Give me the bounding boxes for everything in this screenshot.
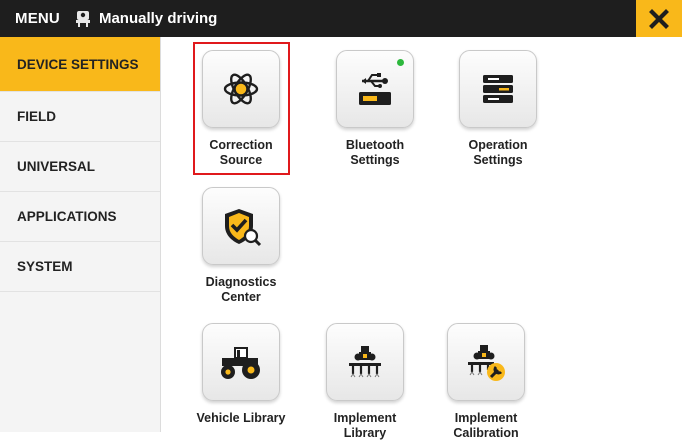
tile-icon-button[interactable] bbox=[447, 323, 525, 401]
tile-label: Vehicle Library bbox=[196, 411, 286, 425]
sidebar-item-label: SYSTEM bbox=[17, 259, 73, 274]
tile-label: Operation Settings bbox=[468, 138, 528, 167]
tile-label: Diagnostics Center bbox=[205, 275, 277, 304]
menu-title: MENU bbox=[15, 10, 60, 27]
top-bar: MENU Manually driving bbox=[0, 0, 682, 37]
tile-icon-button[interactable] bbox=[336, 50, 414, 128]
shield-check-icon bbox=[225, 209, 262, 247]
tile-label: Implement Calibration bbox=[453, 411, 519, 440]
sidebar-item-label: APPLICATIONS bbox=[17, 209, 117, 224]
tile-icon-button[interactable] bbox=[459, 50, 537, 128]
tile-label: Implement Library bbox=[333, 411, 397, 440]
tile-implement-calibration[interactable]: Implement Calibration bbox=[432, 323, 540, 441]
tile-icon-button[interactable] bbox=[202, 323, 280, 401]
implement-wrench-icon bbox=[468, 345, 505, 381]
sidebar-item-system[interactable]: SYSTEM bbox=[0, 242, 160, 292]
close-icon bbox=[649, 8, 669, 29]
tile-vehicle-library[interactable]: Vehicle Library bbox=[187, 323, 295, 426]
implement-icon bbox=[349, 346, 381, 378]
tile-bluetooth-settings[interactable]: Bluetooth Settings bbox=[321, 50, 429, 168]
tractor-icon bbox=[221, 347, 260, 379]
sidebar-item-label: FIELD bbox=[17, 109, 56, 124]
tile-label: Bluetooth Settings bbox=[345, 138, 405, 167]
tile-implement-library[interactable]: Implement Library bbox=[311, 323, 419, 441]
connection-status-dot bbox=[397, 59, 404, 66]
tile-label: Correction Source bbox=[209, 138, 273, 167]
sidebar-item-label: DEVICE SETTINGS bbox=[17, 56, 139, 72]
driving-status-label: Manually driving bbox=[98, 10, 218, 27]
sidebar-item-field[interactable]: FIELD bbox=[0, 92, 160, 142]
tile-diagnostics-center[interactable]: Diagnostics Center bbox=[187, 187, 295, 305]
usb-icon bbox=[359, 73, 391, 105]
sidebar-item-label: UNIVERSAL bbox=[17, 159, 96, 174]
sidebar-item-device-settings[interactable]: DEVICE SETTINGS bbox=[0, 37, 160, 92]
sidebar: DEVICE SETTINGS FIELD UNIVERSAL APPLICAT… bbox=[0, 37, 161, 432]
tile-correction-source[interactable]: Correction Source bbox=[187, 50, 295, 168]
server-icon bbox=[483, 75, 513, 103]
driver-seat-icon bbox=[75, 10, 90, 27]
tile-icon-button[interactable] bbox=[202, 50, 280, 128]
tile-icon-button[interactable] bbox=[202, 187, 280, 265]
sidebar-item-universal[interactable]: UNIVERSAL bbox=[0, 142, 160, 192]
tile-icon-button[interactable] bbox=[326, 323, 404, 401]
tile-grid: Correction Source Bluetooth Settings Ope… bbox=[161, 37, 682, 440]
driving-status: Manually driving bbox=[74, 10, 217, 28]
tile-operation-settings[interactable]: Operation Settings bbox=[444, 50, 552, 168]
close-button[interactable] bbox=[636, 0, 682, 37]
atom-icon bbox=[223, 73, 259, 105]
sidebar-item-applications[interactable]: APPLICATIONS bbox=[0, 192, 160, 242]
